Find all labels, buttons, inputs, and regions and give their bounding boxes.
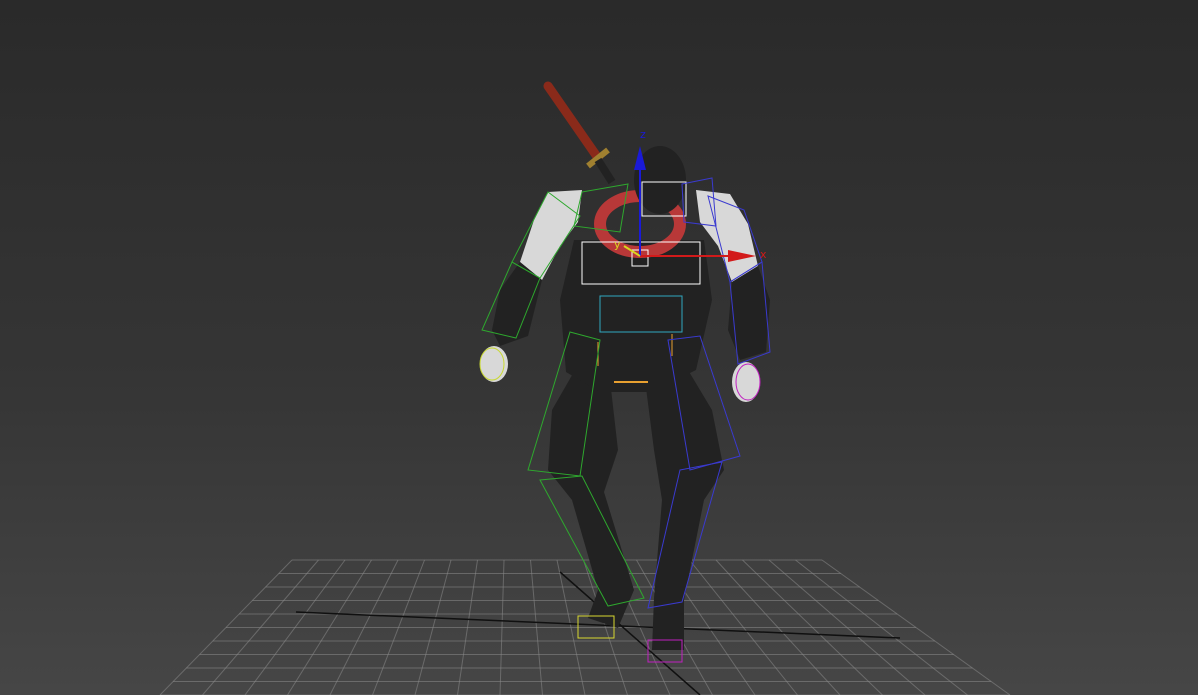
sword-handle[interactable] <box>543 81 603 163</box>
sword-sheath <box>594 157 616 185</box>
torso[interactable] <box>560 240 712 392</box>
gizmo-x-label: x <box>760 248 767 261</box>
ninja-character-mesh[interactable] <box>480 81 770 650</box>
left-leg[interactable] <box>548 370 634 628</box>
home-grid <box>159 559 1011 695</box>
perspective-viewport[interactable]: x z y <box>0 0 1198 695</box>
gizmo-y-label: y <box>614 238 621 251</box>
gizmo-z-label: z <box>640 128 646 141</box>
right-leg[interactable] <box>645 370 724 650</box>
scene-canvas[interactable]: x z y <box>0 0 1198 695</box>
